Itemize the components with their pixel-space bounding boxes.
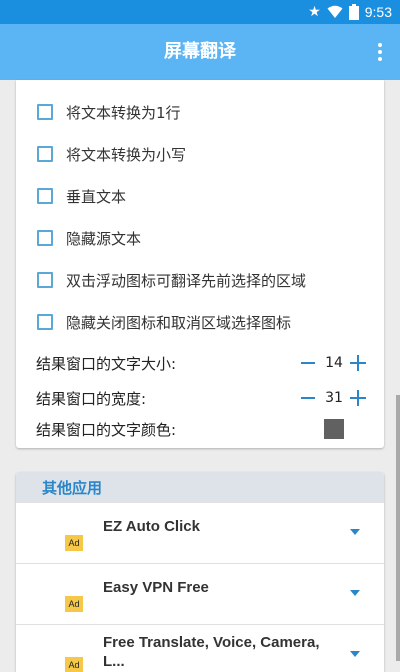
chevron-down-icon[interactable] — [350, 651, 360, 657]
app-item[interactable]: Ad EZ Auto Click — [16, 502, 384, 563]
star-icon: ★ — [308, 4, 321, 20]
text-color-swatch[interactable] — [324, 419, 344, 439]
option-vertical-text[interactable]: 垂直文本 — [16, 175, 384, 217]
app-bar: 屏幕翻译 — [0, 24, 400, 80]
battery-icon — [348, 4, 359, 20]
chevron-down-icon[interactable] — [350, 529, 360, 535]
text-color-label: 结果窗口的文字颜色: — [36, 420, 177, 439]
option-label: 垂直文本 — [66, 187, 127, 206]
option-hide-source[interactable]: 隐藏源文本 — [16, 217, 384, 259]
checkbox[interactable] — [37, 146, 53, 162]
app-name: EZ Auto Click — [103, 518, 200, 535]
decrease-font-size-button[interactable] — [298, 353, 318, 373]
option-lowercase[interactable]: 将文本转换为小写 — [16, 133, 384, 175]
option-double-tap[interactable]: 双击浮动图标可翻译先前选择的区域 — [16, 259, 384, 301]
font-size-setting: 结果窗口的文字大小: 14 — [16, 347, 384, 379]
checkbox[interactable] — [37, 314, 53, 330]
section-header: 其他应用 — [16, 472, 384, 502]
app-title: 屏幕翻译 — [164, 41, 236, 62]
chevron-down-icon[interactable] — [350, 590, 360, 596]
width-setting: 结果窗口的宽度: 31 — [16, 382, 384, 414]
checkbox[interactable] — [37, 272, 53, 288]
ad-badge: Ad — [65, 596, 83, 612]
dot-icon — [378, 43, 382, 47]
wifi-icon — [327, 5, 343, 18]
option-label: 双击浮动图标可翻译先前选择的区域 — [66, 271, 307, 290]
width-label: 结果窗口的宽度: — [36, 389, 147, 408]
decrease-width-button[interactable] — [298, 388, 318, 408]
checkbox[interactable] — [37, 104, 53, 120]
option-hide-close[interactable]: 隐藏关闭图标和取消区域选择图标 — [16, 301, 384, 343]
other-apps-card: 其他应用 Ad EZ Auto Click Ad Easy VPN Free A… — [16, 472, 384, 672]
option-single-line[interactable]: 将文本转换为1行 — [16, 91, 384, 133]
dot-icon — [378, 57, 382, 61]
app-name: Free Translate, Voice, Camera, L... — [103, 634, 320, 670]
settings-card: 将文本转换为1行 将文本转换为小写 垂直文本 隐藏源文本 双击浮动图标可翻译先前… — [16, 80, 384, 448]
app-item[interactable]: Ad Easy VPN Free — [16, 563, 384, 624]
option-label: 隐藏源文本 — [66, 229, 142, 248]
dot-icon — [378, 50, 382, 54]
increase-width-button[interactable] — [348, 388, 368, 408]
scrollbar[interactable] — [396, 395, 400, 661]
checkbox[interactable] — [37, 230, 53, 246]
text-color-setting: 结果窗口的文字颜色: — [16, 413, 384, 445]
app-item[interactable]: Ad Free Translate, Voice, Camera, L... — [16, 624, 384, 672]
checkbox[interactable] — [37, 188, 53, 204]
status-bar: ★ 9:53 — [0, 0, 400, 24]
option-label: 将文本转换为1行 — [66, 103, 181, 122]
status-time: 9:53 — [364, 4, 392, 20]
overflow-menu-button[interactable] — [368, 32, 392, 72]
font-size-value: 14 — [325, 355, 343, 371]
increase-font-size-button[interactable] — [348, 353, 368, 373]
ad-badge: Ad — [65, 657, 83, 672]
option-label: 将文本转换为小写 — [66, 145, 187, 164]
font-size-label: 结果窗口的文字大小: — [36, 354, 177, 373]
width-value: 31 — [325, 390, 343, 406]
app-name: Easy VPN Free — [103, 579, 209, 596]
section-title: 其他应用 — [42, 479, 103, 497]
option-label: 隐藏关闭图标和取消区域选择图标 — [66, 313, 292, 332]
ad-badge: Ad — [65, 535, 83, 551]
